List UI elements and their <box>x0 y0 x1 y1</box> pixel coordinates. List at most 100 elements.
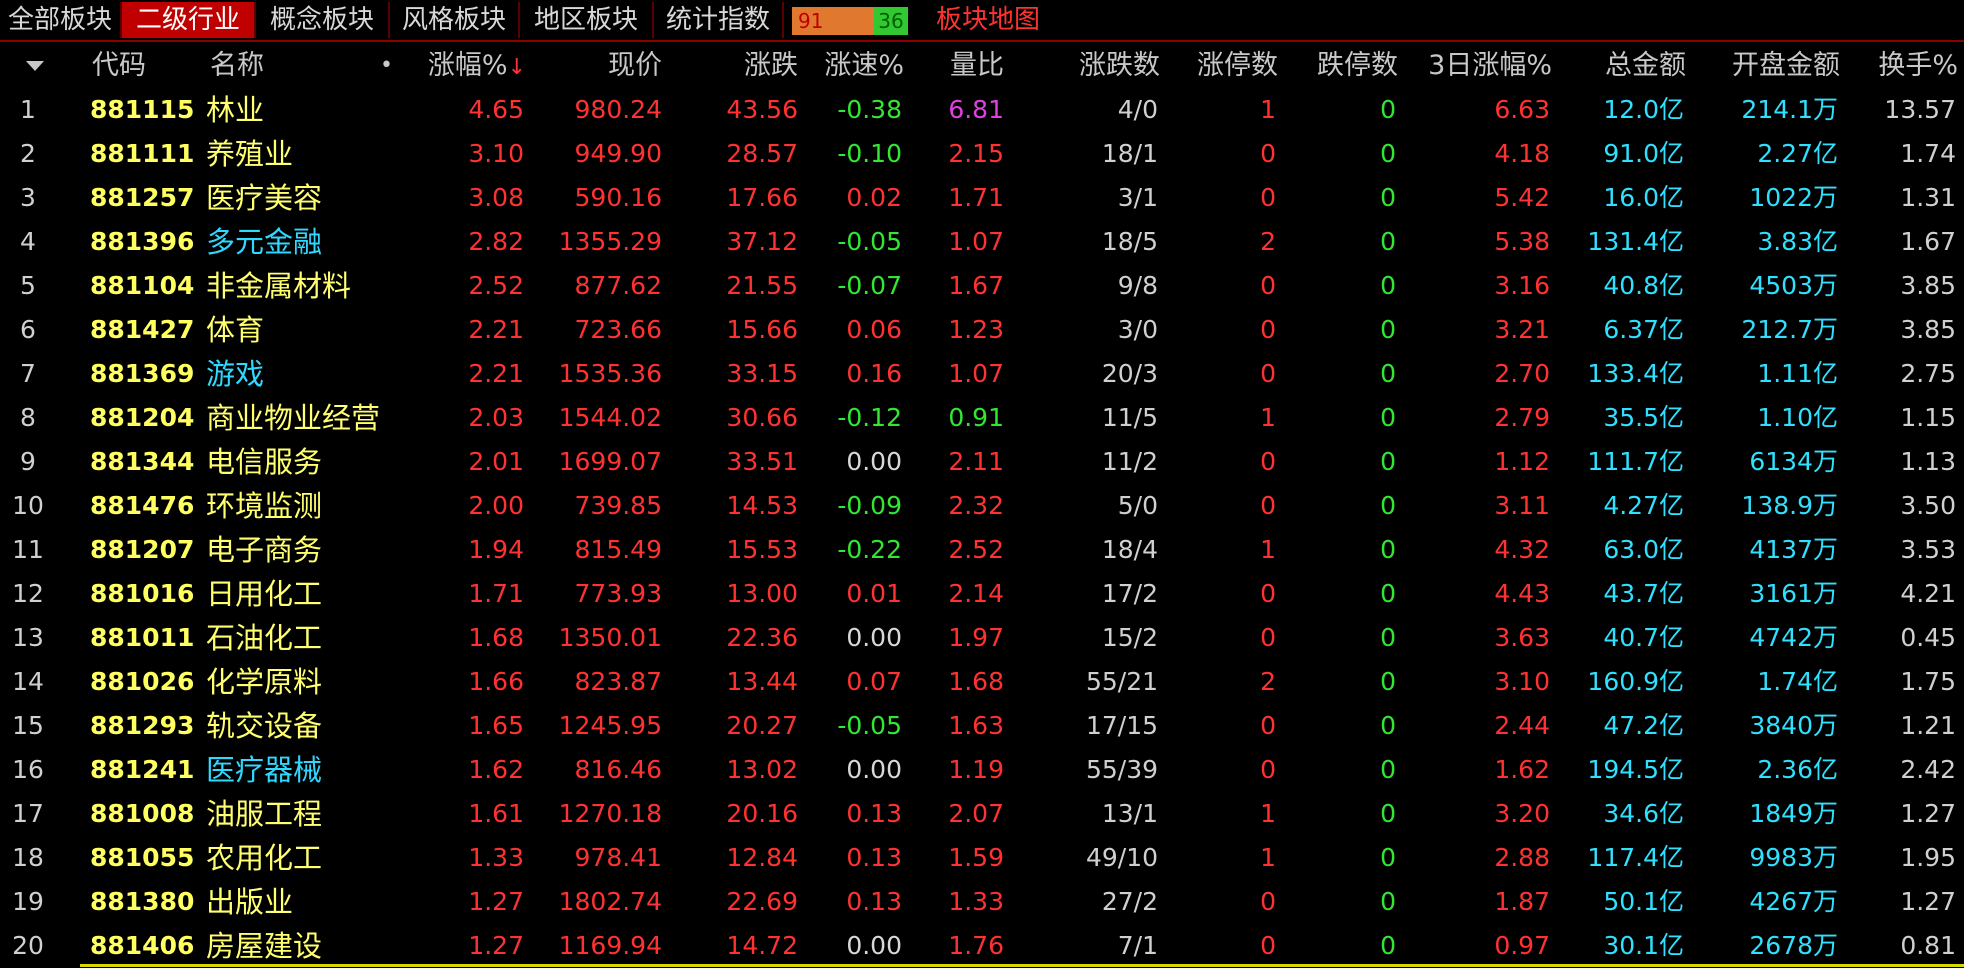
tab-all-boards[interactable]: 全部板块 <box>0 2 122 38</box>
header-amount[interactable]: 总金额 <box>1552 44 1686 88</box>
tab-style-boards[interactable]: 风格板块 <box>390 2 520 38</box>
cell-vol-ratio: 0.91 <box>948 403 1004 432</box>
cell-idx: 8 <box>20 403 36 432</box>
table-row[interactable]: 5 881104 非金属材料 2.52 877.62 21.55 -0.07 1.67 9/8 0… <box>0 264 1964 308</box>
cell-d3: 3.11 <box>1494 491 1550 520</box>
cell-name: 农用化工 <box>206 841 323 875</box>
header-3day-pct[interactable]: 3日涨幅% <box>1400 44 1552 88</box>
cell-limit-down: 0 <box>1380 403 1396 432</box>
header-pct[interactable]: 涨幅%↓ <box>400 44 526 88</box>
table-row[interactable]: 17 881008 油服工程 1.61 1270.18 20.16 0.13 2.07 13/1… <box>0 792 1964 836</box>
table-row[interactable]: 13 881011 石油化工 1.68 1350.01 22.36 0.00 1.97 15/2… <box>0 616 1964 660</box>
cell-speed: 0.01 <box>846 579 902 608</box>
cell-vol-ratio: 2.11 <box>948 447 1004 476</box>
cell-speed: 0.02 <box>846 183 902 212</box>
cell-open-amt: 4503万 <box>1749 271 1838 300</box>
cell-speed: 0.13 <box>846 843 902 872</box>
cell-code: 881207 <box>90 535 195 564</box>
table-row[interactable]: 18 881055 农用化工 1.33 978.41 12.84 0.13 1.59 49/10… <box>0 836 1964 880</box>
cell-price: 723.66 <box>574 315 662 344</box>
cell-open-amt: 4267万 <box>1749 887 1838 916</box>
cell-pct: 1.94 <box>468 535 524 564</box>
table-row[interactable]: 10 881476 环境监测 2.00 739.85 14.53 -0.09 2.32 5/0 0… <box>0 484 1964 528</box>
table-row[interactable]: 9 881344 电信服务 2.01 1699.07 33.51 0.00 2.11 11/2 0… <box>0 440 1964 484</box>
tab-secondary-industry[interactable]: 二级行业 <box>122 2 256 38</box>
cell-name: 林业 <box>206 93 265 127</box>
cell-limit-up: 0 <box>1260 447 1276 476</box>
advance-decline-bar: 91 36 <box>792 7 908 35</box>
header-limit-down[interactable]: 跌停数 <box>1280 44 1398 88</box>
tab-concept-boards[interactable]: 概念板块 <box>256 2 390 38</box>
header-code[interactable]: 代码 <box>92 44 146 88</box>
table-row[interactable]: 11 881207 电子商务 1.94 815.49 15.53 -0.22 2.52 18/4… <box>0 528 1964 572</box>
table-row[interactable]: 20 881406 房屋建设 1.27 1169.94 14.72 0.00 1.76 7/1 0… <box>0 924 1964 968</box>
table-row[interactable]: 16 881241 医疗器械 1.62 816.46 13.02 0.00 1.19 55/39… <box>0 748 1964 792</box>
header-change[interactable]: 涨跌 <box>668 44 798 88</box>
header-price[interactable]: 现价 <box>530 44 662 88</box>
cell-code: 881104 <box>90 271 195 300</box>
cell-chg: 20.27 <box>726 711 798 740</box>
cell-open-amt: 4137万 <box>1749 535 1838 564</box>
cell-d3: 3.16 <box>1494 271 1550 300</box>
cell-vol-ratio: 2.15 <box>948 139 1004 168</box>
cell-price: 823.87 <box>574 667 662 696</box>
cell-code: 881293 <box>90 711 195 740</box>
header-vol-ratio[interactable]: 量比 <box>906 44 1004 88</box>
cell-name: 电子商务 <box>206 533 323 567</box>
cell-open-amt: 1.74亿 <box>1757 667 1838 696</box>
cell-limit-down: 0 <box>1380 579 1396 608</box>
cell-open-amt: 6134万 <box>1749 447 1838 476</box>
cell-name: 房屋建设 <box>206 929 323 963</box>
table-row[interactable]: 19 881380 出版业 1.27 1802.74 22.69 0.13 1.33 27/2 0… <box>0 880 1964 924</box>
header-limit-up[interactable]: 涨停数 <box>1160 44 1278 88</box>
table-row[interactable]: 4 881396 多元金融 2.82 1355.29 37.12 -0.05 1.07 18/5… <box>0 220 1964 264</box>
tab-region-boards[interactable]: 地区板块 <box>520 2 654 38</box>
cell-idx: 19 <box>12 887 44 916</box>
tab-stat-index[interactable]: 统计指数 <box>654 2 784 38</box>
cell-amount: 4.27亿 <box>1603 491 1684 520</box>
cell-pct: 3.08 <box>468 183 524 212</box>
table-row[interactable]: 12 881016 日用化工 1.71 773.93 13.00 0.01 2.14 17/2 0… <box>0 572 1964 616</box>
header-turnover[interactable]: 换手% <box>1842 44 1958 88</box>
cell-idx: 16 <box>12 755 44 784</box>
cell-chg: 20.16 <box>726 799 798 828</box>
cell-d3: 5.38 <box>1494 227 1550 256</box>
table-row[interactable]: 2 881111 养殖业 3.10 949.90 28.57 -0.10 2.15 18/1 0 0… <box>0 132 1964 176</box>
cell-limit-up: 0 <box>1260 623 1276 652</box>
table-row[interactable]: 3 881257 医疗美容 3.08 590.16 17.66 0.02 1.71 3/1 0 0 5… <box>0 176 1964 220</box>
header-name[interactable]: 名称 <box>210 44 264 88</box>
cell-speed: 0.07 <box>846 667 902 696</box>
column-menu-icon[interactable] <box>26 61 44 71</box>
cell-d3: 2.70 <box>1494 359 1550 388</box>
cell-limit-up: 0 <box>1260 887 1276 916</box>
cell-d3: 3.63 <box>1494 623 1550 652</box>
cell-idx: 3 <box>20 183 36 212</box>
cell-limit-up: 0 <box>1260 139 1276 168</box>
cell-chg: 17.66 <box>726 183 798 212</box>
cell-name: 油服工程 <box>206 797 323 831</box>
cell-pct: 2.01 <box>468 447 524 476</box>
cell-limit-down: 0 <box>1380 755 1396 784</box>
board-map-link[interactable]: 板块地图 <box>936 2 1040 38</box>
cell-speed: -0.38 <box>837 95 902 124</box>
cell-speed: 0.06 <box>846 315 902 344</box>
table-row[interactable]: 15 881293 轨交设备 1.65 1245.95 20.27 -0.05 1.63 17/… <box>0 704 1964 748</box>
cell-turnover: 13.57 <box>1884 95 1956 124</box>
table-row[interactable]: 1 881115 林业 4.65 980.24 43.56 -0.38 6.81 4/0 1 0 6.… <box>0 88 1964 132</box>
header-open-amount[interactable]: 开盘金额 <box>1688 44 1840 88</box>
cell-code: 881055 <box>90 843 195 872</box>
table-row[interactable]: 6 881427 体育 2.21 723.66 15.66 0.06 1.23 3/0 0 0 3.2… <box>0 308 1964 352</box>
cell-limit-up: 0 <box>1260 579 1276 608</box>
cell-price: 949.90 <box>574 139 662 168</box>
cell-speed: -0.07 <box>837 271 902 300</box>
table-row[interactable]: 14 881026 化学原料 1.66 823.87 13.44 0.07 1.68 55/21… <box>0 660 1964 704</box>
cell-idx: 10 <box>12 491 44 520</box>
cell-limit-up: 1 <box>1260 843 1276 872</box>
header-speed[interactable]: 涨速% <box>800 44 904 88</box>
cell-open-amt: 138.9万 <box>1741 491 1838 520</box>
cell-speed: -0.05 <box>837 227 902 256</box>
header-up-down[interactable]: 涨跌数 <box>1010 44 1160 88</box>
table-row[interactable]: 7 881369 游戏 2.21 1535.36 33.15 0.16 1.07 20/3 0 0 2… <box>0 352 1964 396</box>
table-row[interactable]: 8 881204 商业物业经营 2.03 1544.02 30.66 -0.12 0.91 11… <box>0 396 1964 440</box>
cell-vol-ratio: 1.23 <box>948 315 1004 344</box>
